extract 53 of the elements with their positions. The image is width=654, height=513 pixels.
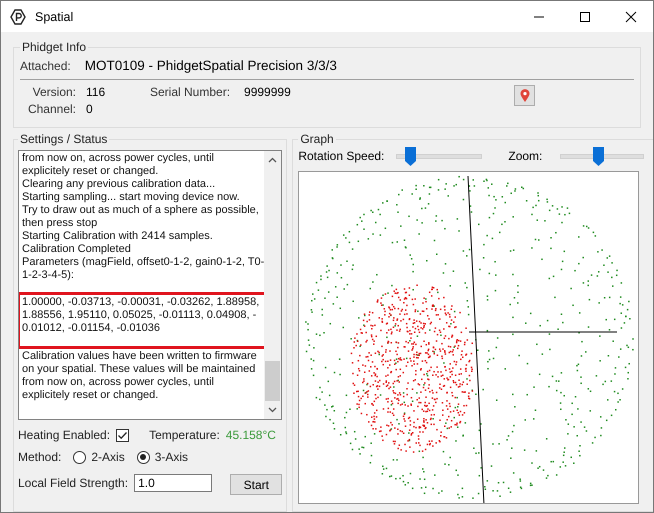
slider-thumb[interactable] xyxy=(592,146,604,166)
log-line: Starting sampling... start moving device now. xyxy=(22,191,241,204)
log-line: 1-2-3-4-5): xyxy=(22,269,75,282)
rotation-speed-label: Rotation Speed: xyxy=(298,149,384,163)
method-radio[interactable]: 3-Axis xyxy=(136,450,188,464)
maximize-icon[interactable] xyxy=(579,10,591,22)
log-line: Starting Calibration with 2414 samples. xyxy=(22,230,214,243)
map-pin-icon xyxy=(520,88,530,102)
channel-label: Channel: xyxy=(26,102,76,116)
log-line: Clearing any previous calibration data... xyxy=(22,178,216,191)
log-line: on your spatial. These values will be maintained xyxy=(22,363,256,376)
log-line: from now on, across power cycles, until xyxy=(22,152,215,165)
locate-button[interactable] xyxy=(514,85,535,106)
slider-thumb[interactable] xyxy=(405,146,416,166)
field-strength-input[interactable]: 1.0 xyxy=(134,474,212,492)
zoom-label: Zoom: xyxy=(508,149,542,163)
attached-label: Attached: xyxy=(20,58,71,72)
method-label: Method: xyxy=(18,450,62,464)
group-title: Settings / Status xyxy=(19,132,108,146)
serial-number-value: 9999999 xyxy=(244,85,291,99)
log-line: from now on, across power cycles, until xyxy=(22,376,215,389)
status-log[interactable] xyxy=(18,150,282,420)
temperature-value: 45.158°C xyxy=(226,428,276,442)
window-title: Spatial xyxy=(35,10,74,24)
scrollbar[interactable] xyxy=(264,151,282,419)
channel-value: 0 xyxy=(86,102,93,116)
temperature-label: Temperature: xyxy=(149,428,220,442)
app-logo-icon xyxy=(10,8,26,24)
log-line: 0.01012, -0.01154, -0.01036 xyxy=(22,322,162,335)
version-value: 116 xyxy=(86,85,106,99)
log-line: then press stop xyxy=(22,217,98,230)
log-line: explicitely reset or changed. xyxy=(22,389,160,402)
version-label: Version: xyxy=(32,85,76,99)
attached-value: MOT0109 - PhidgetSpatial Precision 3/3/3 xyxy=(84,58,337,73)
close-icon[interactable] xyxy=(625,10,637,22)
log-line: explicitely reset or changed. xyxy=(22,165,160,178)
log-line: Parameters (magField, offset0-1-2, gain0-1-2, T0- xyxy=(22,256,264,269)
field-strength-label: Local Field Strength: xyxy=(18,476,128,490)
heating-checkbox[interactable] xyxy=(116,428,130,442)
scroll-thumb[interactable] xyxy=(265,361,280,401)
heating-enabled-label: Heating Enabled: xyxy=(18,428,110,442)
log-line: 1.88556, 1.95110, 0.05025, -0.01113, 0.04908, - xyxy=(22,309,258,322)
serial-number-label: Serial Number: xyxy=(150,85,230,99)
group-title: Graph xyxy=(299,132,335,146)
log-line: Calibration values have been written to firmware xyxy=(22,350,258,363)
method-radio[interactable]: 2-Axis xyxy=(73,450,125,464)
log-line: Try to draw out as much of a sphere as possible, xyxy=(22,204,260,217)
start-button[interactable]: Start xyxy=(230,474,282,495)
log-line: 1.00000, -0.03713, -0.00031, -0.03262, 1.88958, xyxy=(22,296,260,309)
scroll-up-icon[interactable] xyxy=(268,157,278,163)
log-line: Calibration Completed xyxy=(22,243,132,256)
scroll-down-icon[interactable] xyxy=(268,407,278,413)
group-title: Phidget Info xyxy=(21,40,88,54)
